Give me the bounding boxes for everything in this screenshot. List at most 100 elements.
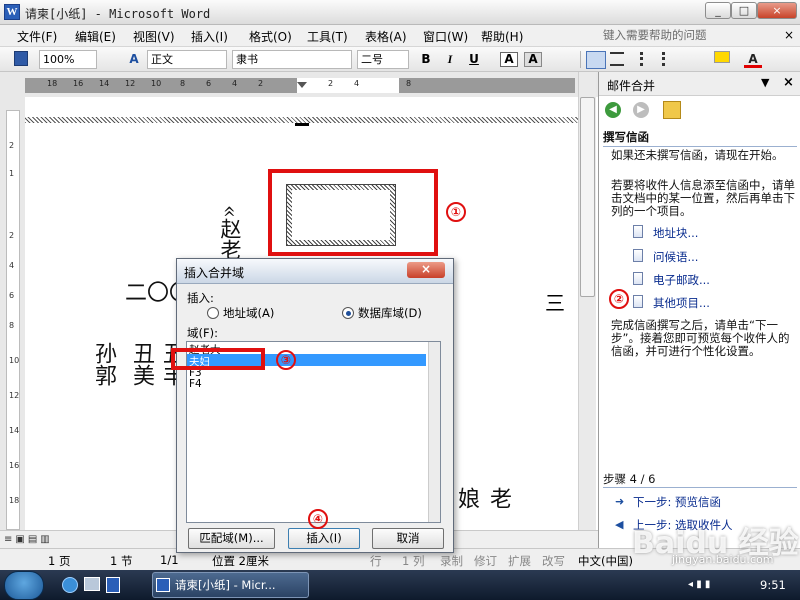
radio-dot bbox=[346, 311, 351, 316]
status-row: 行 bbox=[370, 554, 382, 568]
link-greeting-line[interactable]: 问候语... bbox=[653, 249, 698, 265]
annotation-number-2: ② bbox=[609, 289, 629, 309]
internet-explorer-icon[interactable] bbox=[62, 577, 78, 593]
indent-marker-icon[interactable] bbox=[297, 82, 307, 88]
word-app-icon: W bbox=[4, 4, 20, 20]
vertical-scrollbar[interactable] bbox=[578, 72, 596, 530]
ruler-number: 16 bbox=[73, 79, 84, 88]
style-select[interactable]: 正文 bbox=[147, 50, 227, 69]
menu-insert[interactable]: 插入(I) bbox=[191, 28, 228, 45]
right-character: 三 bbox=[545, 291, 565, 315]
name-column-1: 孙郭 bbox=[91, 342, 116, 386]
insert-label: 插入: bbox=[187, 291, 214, 305]
font-color-button[interactable]: A bbox=[744, 51, 762, 68]
match-fields-button[interactable]: 匹配域(M)... bbox=[188, 528, 275, 549]
ruler-number: 6 bbox=[206, 79, 212, 88]
menu-view[interactable]: 视图(V) bbox=[133, 28, 175, 45]
pane-divider bbox=[603, 487, 797, 488]
status-pages: 1/1 bbox=[160, 553, 179, 567]
scrollbar-thumb[interactable] bbox=[580, 97, 595, 297]
cancel-button[interactable]: 取消 bbox=[372, 528, 444, 549]
taskbar-word-button[interactable]: 请柬[小纸] - Micr... bbox=[152, 572, 309, 598]
highlight-icon[interactable] bbox=[714, 51, 730, 63]
font-size-select[interactable]: 二号 bbox=[357, 50, 409, 69]
close-document-button[interactable]: × bbox=[784, 28, 794, 42]
status-overtype[interactable]: 改写 bbox=[542, 553, 565, 569]
show-desktop-icon[interactable] bbox=[84, 577, 100, 591]
italic-button[interactable]: I bbox=[441, 51, 459, 68]
menu-edit[interactable]: 编辑(E) bbox=[75, 28, 116, 45]
menu-format[interactable]: 格式(O) bbox=[249, 28, 292, 45]
document-icon bbox=[633, 249, 643, 262]
character-shading-button[interactable]: A bbox=[524, 52, 542, 67]
windows-taskbar: 请柬[小纸] - Micr... ◂ ▮ ▮ 9:51 bbox=[0, 570, 800, 600]
menu-window[interactable]: 窗口(W) bbox=[423, 28, 468, 45]
menu-tools[interactable]: 工具(T) bbox=[307, 28, 348, 45]
next-arrow-icon: ➜ bbox=[615, 495, 625, 508]
pane-dropdown-icon[interactable]: ▼ bbox=[761, 76, 769, 89]
bullet-list-icon[interactable] bbox=[662, 52, 676, 66]
ruler-number: 4 bbox=[9, 261, 15, 270]
status-revision[interactable]: 修订 bbox=[474, 553, 497, 569]
tray-icons[interactable]: ◂ ▮ ▮ bbox=[688, 579, 728, 591]
underline-button[interactable]: U bbox=[465, 51, 483, 68]
save-icon[interactable] bbox=[14, 51, 28, 66]
ruler-number: 14 bbox=[99, 79, 110, 88]
link-next-step[interactable]: 下一步: 预览信函 bbox=[633, 494, 721, 510]
window-title: 请柬[小纸] - Microsoft Word bbox=[25, 7, 211, 21]
character-border-button[interactable]: A bbox=[500, 52, 518, 67]
status-record[interactable]: 录制 bbox=[440, 553, 463, 569]
pane-close-icon[interactable]: × bbox=[783, 75, 794, 90]
document-icon bbox=[633, 225, 643, 238]
menu-file[interactable]: 文件(F) bbox=[17, 28, 57, 45]
clock[interactable]: 9:51 bbox=[760, 578, 786, 592]
zoom-select[interactable]: 100% bbox=[39, 50, 97, 69]
ruler-number: 6 bbox=[9, 291, 15, 300]
maximize-button[interactable]: □ bbox=[731, 2, 757, 19]
forward-arrow-icon[interactable]: ▶ bbox=[633, 102, 649, 118]
help-search-input[interactable]: 键入需要帮助的问题 bbox=[603, 27, 773, 44]
word-quicklaunch-icon[interactable] bbox=[106, 577, 120, 593]
ruler-text-area bbox=[297, 78, 399, 93]
menu-table[interactable]: 表格(A) bbox=[365, 28, 407, 45]
address-field-radio[interactable] bbox=[207, 307, 219, 319]
styles-icon[interactable]: A bbox=[125, 51, 143, 68]
view-buttons[interactable]: ≡▣▤▥ bbox=[4, 534, 53, 545]
align-justify-icon[interactable] bbox=[610, 52, 624, 66]
annotation-number-1: ① bbox=[446, 202, 466, 222]
minimize-button[interactable]: _ bbox=[705, 2, 731, 19]
menu-help[interactable]: 帮助(H) bbox=[481, 28, 523, 45]
numbered-list-icon[interactable] bbox=[640, 52, 654, 66]
list-scrollbar[interactable] bbox=[428, 342, 440, 522]
status-position: 位置 2厘米 bbox=[212, 554, 269, 568]
horizontal-ruler: 18 16 14 12 10 8 6 4 2 2 4 8 bbox=[25, 78, 575, 93]
address-field-label[interactable]: 地址域(A) bbox=[223, 305, 274, 321]
ruler-number: 1 bbox=[9, 169, 15, 178]
database-field-label[interactable]: 数据库域(D) bbox=[358, 305, 422, 321]
list-item[interactable]: F4 bbox=[189, 378, 202, 390]
status-extend[interactable]: 扩展 bbox=[508, 553, 531, 569]
home-icon[interactable] bbox=[663, 101, 681, 119]
ruler-number: 10 bbox=[151, 79, 162, 88]
back-arrow-icon[interactable]: ◀ bbox=[605, 102, 621, 118]
dialog-title: 插入合并域 bbox=[184, 266, 245, 280]
bold-button[interactable]: B bbox=[417, 51, 435, 68]
document-icon bbox=[633, 272, 643, 285]
link-address-block[interactable]: 地址块... bbox=[653, 225, 698, 241]
link-electronic-postage[interactable]: 电子邮政... bbox=[653, 272, 710, 288]
close-window-button[interactable]: × bbox=[757, 2, 797, 19]
insert-button[interactable]: 插入(I) bbox=[288, 528, 360, 549]
annotation-box-3 bbox=[171, 348, 265, 370]
toolbar-separator bbox=[580, 51, 581, 68]
link-more-items[interactable]: 其他项目... bbox=[653, 295, 710, 311]
annotation-number-3: ③ bbox=[276, 350, 296, 370]
align-left-button[interactable] bbox=[586, 51, 606, 69]
ruler-number: 14 bbox=[9, 426, 20, 435]
ruler-number: 8 bbox=[180, 79, 186, 88]
title-bar: W 请柬[小纸] - Microsoft Word _ □ × bbox=[0, 0, 800, 25]
dialog-close-button[interactable]: × bbox=[407, 262, 445, 278]
status-column: 1 列 bbox=[402, 554, 425, 568]
text-cursor bbox=[295, 123, 309, 126]
font-select[interactable]: 隶书 bbox=[232, 50, 352, 69]
start-button[interactable] bbox=[4, 571, 44, 600]
